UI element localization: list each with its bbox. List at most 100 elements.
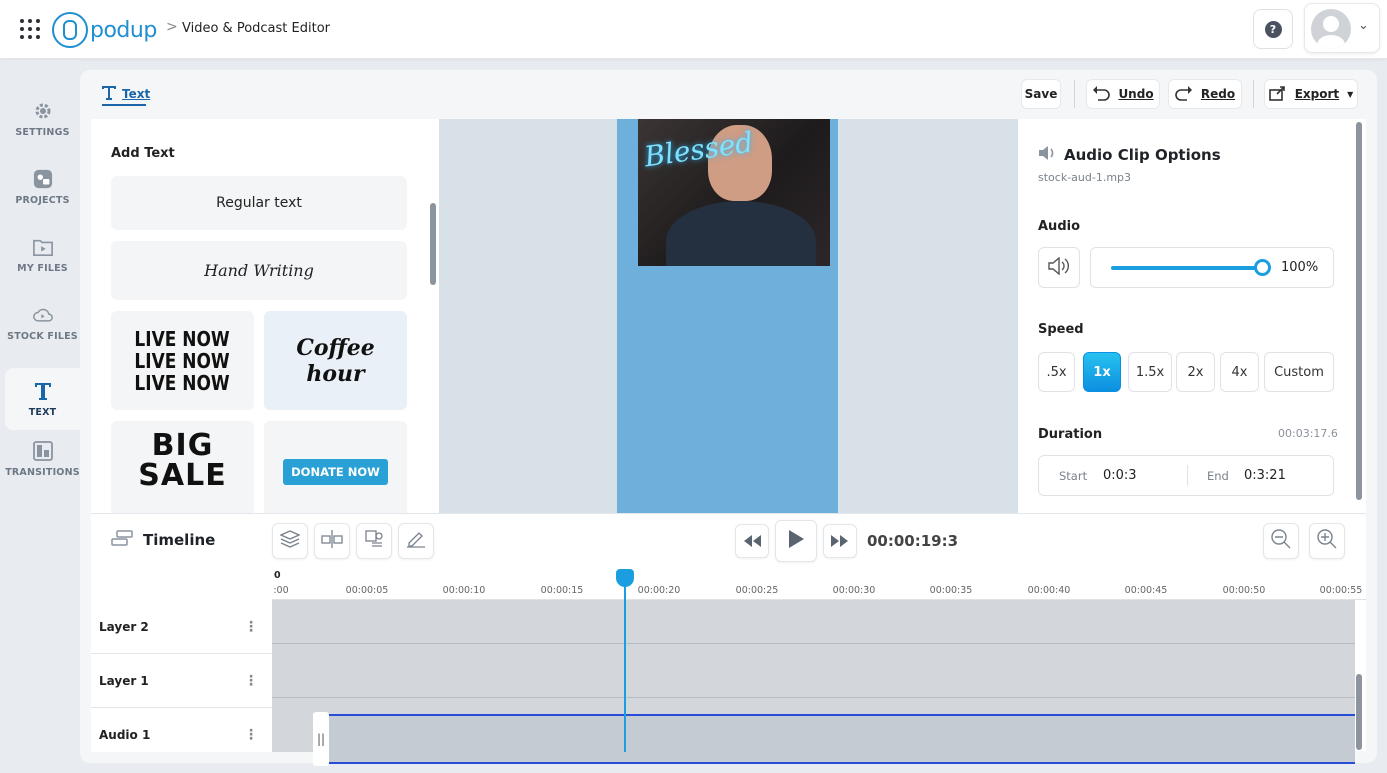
- podup-logo[interactable]: podup: [52, 12, 157, 48]
- breadcrumb-separator: >: [166, 19, 178, 35]
- tab-text[interactable]: Text: [102, 82, 150, 106]
- track-header-audio-1[interactable]: Audio 1 ⋮: [91, 708, 272, 762]
- audio-section-label: Audio: [1038, 219, 1081, 234]
- save-button[interactable]: Save: [1021, 79, 1061, 109]
- speed-option-label: 1.5x: [1135, 364, 1165, 380]
- preset-line: Coffee: [296, 334, 375, 361]
- editor-main: Text Save Undo Redo Export ▼ Add Text Re…: [80, 70, 1377, 766]
- sidebar-item-label: TRANSITIONS: [5, 466, 80, 478]
- redo-button[interactable]: Redo: [1168, 79, 1242, 109]
- handle-grip-icon: ||: [316, 732, 326, 746]
- video-clip-preview[interactable]: Blessed: [638, 119, 830, 266]
- current-time-display: 00:00:19:3: [867, 532, 959, 550]
- volume-slider[interactable]: 100%: [1090, 247, 1334, 288]
- ruler-tick-label: 00:00:45: [1124, 585, 1168, 596]
- playhead-handle[interactable]: [616, 569, 634, 587]
- edit-clip-button[interactable]: [398, 523, 434, 559]
- clip-trim-handle[interactable]: ||: [313, 712, 329, 766]
- preset-line: SALE: [138, 458, 227, 493]
- track-header-layer-1[interactable]: Layer 1 ⋮: [91, 654, 272, 708]
- tab-label: Text: [122, 87, 151, 101]
- regular-text-preset[interactable]: Regular text: [111, 176, 407, 230]
- audio-file-name: stock-aud-1.mp3: [1038, 171, 1132, 184]
- coffee-hour-text-preset[interactable]: Coffee hour: [264, 311, 407, 410]
- speed-option-label: 4x: [1231, 364, 1248, 380]
- duration-total: 00:03:17.6: [1278, 427, 1338, 440]
- sidebar-item-transitions[interactable]: TRANSITIONS: [5, 428, 80, 490]
- speed-4x-button[interactable]: 4x: [1220, 352, 1259, 392]
- apps-grid-icon[interactable]: [20, 19, 40, 39]
- more-options-icon[interactable]: ⋮: [244, 620, 258, 634]
- timeline-scrollbar[interactable]: [1356, 674, 1362, 750]
- detach-audio-icon: [364, 529, 384, 553]
- zoom-out-icon: [1270, 528, 1292, 554]
- timeline-tracks: ||: [272, 600, 1355, 766]
- podup-mic-icon: [52, 12, 88, 48]
- sidebar-item-projects[interactable]: PROJECTS: [5, 156, 80, 218]
- rewind-button[interactable]: [735, 524, 769, 558]
- speed-custom-button[interactable]: Custom: [1264, 352, 1334, 392]
- ruler-tick-label: :00: [273, 585, 289, 596]
- speaker-icon: [1038, 145, 1056, 165]
- speed-0.5x-button[interactable]: .5x: [1038, 352, 1075, 392]
- sidebar-item-my-files[interactable]: MY FILES: [5, 224, 80, 286]
- big-sale-text-preset[interactable]: BIG SALE: [111, 421, 254, 513]
- tab-underline: [102, 104, 146, 106]
- sidebar-item-text[interactable]: TEXT: [5, 368, 80, 430]
- track-header-layer-2[interactable]: Layer 2 ⋮: [91, 600, 272, 654]
- panel-scrollbar[interactable]: [430, 203, 436, 285]
- chevron-down-icon: ⌄: [1358, 18, 1369, 33]
- right-panel-scrollbar[interactable]: [1356, 122, 1362, 500]
- volume-slider-handle[interactable]: [1254, 259, 1271, 276]
- ruler-tick-label: 00:00:05: [345, 585, 389, 596]
- zoom-in-icon: [1316, 528, 1338, 554]
- sidebar-item-settings[interactable]: SETTINGS: [5, 88, 80, 150]
- start-time-input[interactable]: 0:0:3: [1103, 468, 1137, 483]
- more-options-icon[interactable]: ⋮: [244, 728, 258, 742]
- handwriting-text-preset[interactable]: Hand Writing: [111, 241, 407, 300]
- fast-forward-button[interactable]: [823, 524, 857, 558]
- end-time-input[interactable]: 0:3:21: [1244, 468, 1286, 483]
- canvas-page[interactable]: Blessed: [617, 119, 838, 513]
- mute-button[interactable]: [1038, 247, 1080, 288]
- speed-2x-button[interactable]: 2x: [1176, 352, 1215, 392]
- sidebar-item-label: STOCK FILES: [7, 330, 78, 342]
- live-now-text-preset[interactable]: LIVE NOW LIVE NOW LIVE NOW: [111, 311, 254, 410]
- transitions-icon: [32, 440, 53, 461]
- zoom-in-button[interactable]: [1309, 523, 1345, 559]
- speed-option-label: 2x: [1187, 364, 1204, 380]
- donate-now-text-preset[interactable]: DONATE NOW: [264, 421, 407, 513]
- video-person-shirt: [666, 201, 816, 266]
- split-clip-button[interactable]: [314, 523, 350, 559]
- audio-clip[interactable]: ||: [313, 712, 1355, 766]
- ruler-tick-label: 00:00:10: [442, 585, 486, 596]
- more-options-icon[interactable]: ⋮: [244, 674, 258, 688]
- speed-1.5x-button[interactable]: 1.5x: [1128, 352, 1172, 392]
- track-lane-layer-1[interactable]: [272, 644, 1355, 698]
- duration-section-label: Duration: [1038, 427, 1103, 442]
- undo-button[interactable]: Undo: [1086, 79, 1160, 109]
- sidebar-item-stock-files[interactable]: STOCK FILES: [5, 292, 80, 354]
- canvas-area: Blessed: [439, 119, 1018, 513]
- playhead-line: [624, 569, 626, 752]
- export-button[interactable]: Export ▼: [1264, 79, 1358, 109]
- track-lane-layer-2[interactable]: [272, 600, 1355, 644]
- play-button[interactable]: [775, 520, 817, 562]
- preset-line: LIVE NOW: [134, 326, 231, 351]
- timeline-ruler[interactable]: 0 :00 00:00:05 00:00:10 00:00:15 00:00:2…: [272, 569, 1366, 600]
- audio-clip-options-panel: Audio Clip Options stock-aud-1.mp3 Audio…: [1018, 119, 1366, 513]
- layers-button[interactable]: [272, 523, 308, 559]
- speed-1x-button[interactable]: 1x: [1083, 352, 1121, 392]
- timeline-title: Timeline: [143, 531, 216, 549]
- help-button[interactable]: ?: [1253, 9, 1293, 49]
- user-menu-button[interactable]: ⌄: [1304, 3, 1380, 53]
- track-headers: Layer 2 ⋮ Layer 1 ⋮ Audio 1 ⋮: [91, 600, 272, 752]
- detach-audio-button[interactable]: [356, 523, 392, 559]
- projects-icon: [33, 169, 53, 189]
- zoom-out-button[interactable]: [1263, 523, 1299, 559]
- export-icon: [1268, 85, 1287, 104]
- track-name: Layer 2: [99, 619, 149, 634]
- ruler-tick-label: 00:00:50: [1222, 585, 1266, 596]
- ruler-tick-label: 00:00:15: [540, 585, 584, 596]
- preset-line: BIG: [151, 428, 214, 463]
